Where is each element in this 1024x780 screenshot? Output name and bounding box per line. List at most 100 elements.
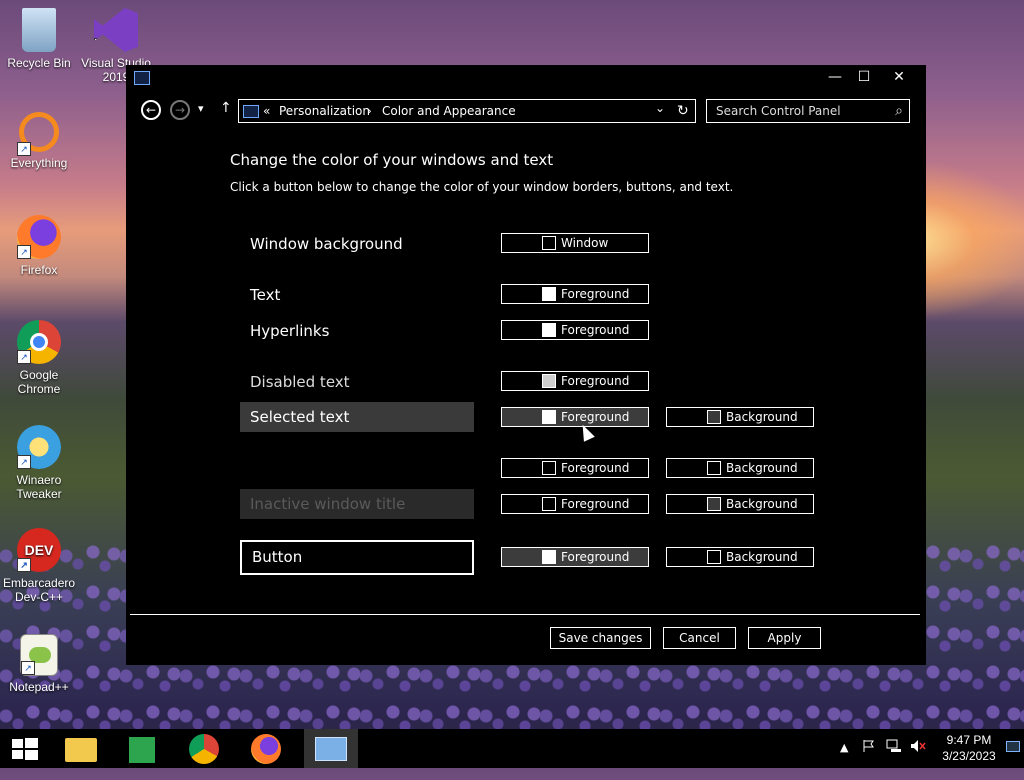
up-button[interactable]: ↑ <box>220 100 232 116</box>
label-hyperlinks: Hyperlinks <box>250 322 330 340</box>
color-swatch <box>707 550 721 564</box>
label-button: Button <box>240 540 474 575</box>
visual-studio-icon: ↗ <box>94 8 138 52</box>
label-inactive-window-title: Inactive window title <box>240 489 474 519</box>
taskbar-chrome[interactable] <box>180 733 228 765</box>
color-swatch <box>542 550 556 564</box>
dev-cpp-icon: DEV ↗ <box>17 528 61 572</box>
shortcut-arrow-icon: ↗ <box>17 350 31 364</box>
apply-button[interactable]: Apply <box>748 627 821 649</box>
text-foreground-button[interactable]: Foreground <box>501 284 649 304</box>
footer-divider <box>130 614 920 615</box>
save-changes-button[interactable]: Save changes <box>550 627 651 649</box>
action-center-flag-icon[interactable] <box>862 739 876 753</box>
disabled-text-foreground-button[interactable]: Foreground <box>501 371 649 391</box>
color-swatch <box>542 497 556 511</box>
clock-date: 3/23/2023 <box>942 749 996 763</box>
inactive-title-background-button[interactable]: Background <box>666 494 814 514</box>
address-history-chevron-icon[interactable]: ⌄ <box>655 97 665 119</box>
notepad-plus-plus-icon: ↗ <box>20 634 58 676</box>
network-icon[interactable] <box>886 739 902 753</box>
desktop-icon-label: Firefox <box>20 263 58 277</box>
desktop-icon-label: Google Chrome <box>17 368 61 396</box>
label-selected-text: Selected text <box>240 402 474 432</box>
label-disabled-text: Disabled text <box>250 373 350 391</box>
shortcut-arrow-icon: ↗ <box>21 661 35 675</box>
forward-button[interactable]: → <box>170 100 190 120</box>
window-background-button[interactable]: Window <box>501 233 649 253</box>
page-description: Click a button below to change the color… <box>230 180 734 194</box>
label-window-background: Window background <box>250 235 403 253</box>
color-swatch <box>542 287 556 301</box>
search-placeholder: Search Control Panel <box>716 104 841 118</box>
selected-text-background-button[interactable]: Background <box>666 407 814 427</box>
back-button[interactable]: ← <box>141 100 161 120</box>
everything-icon: ↗ <box>17 112 59 156</box>
maximize-button[interactable]: ☐ <box>847 67 881 87</box>
taskbar-control-panel[interactable] <box>304 729 358 768</box>
close-button[interactable]: ✕ <box>882 67 916 87</box>
winaero-tweaker-icon: ↗ <box>17 425 61 469</box>
firefox-icon <box>251 734 281 764</box>
desktop-icon-dev-cpp[interactable]: DEV ↗ Embarcadero Dev-C++ <box>3 528 75 604</box>
page-title: Change the color of your windows and tex… <box>230 151 554 169</box>
color-swatch <box>542 374 556 388</box>
breadcrumb-personalization[interactable]: Personalization <box>279 100 370 122</box>
active-title-background-button[interactable]: Background <box>666 458 814 478</box>
start-button[interactable] <box>0 733 48 765</box>
search-input[interactable]: Search Control Panel ⌕ <box>706 99 910 123</box>
color-swatch <box>542 461 556 475</box>
shortcut-arrow-icon: ↗ <box>94 38 108 52</box>
desktop-icon-notepad-plus-plus[interactable]: ↗ Notepad++ <box>3 634 75 694</box>
breadcrumb-separator[interactable]: › <box>367 100 372 122</box>
desktop-icon-winaero-tweaker[interactable]: ↗ Winaero Tweaker <box>3 425 75 501</box>
desktop-icon-google-chrome[interactable]: ↗ Google Chrome <box>3 320 75 396</box>
address-bar[interactable]: « Personalization › Color and Appearance… <box>238 99 696 123</box>
desktop-icon-everything[interactable]: ↗ Everything <box>3 112 75 170</box>
shortcut-arrow-icon: ↗ <box>17 558 31 572</box>
taskbar-store[interactable] <box>118 733 166 765</box>
store-icon <box>129 737 155 763</box>
folder-icon <box>65 738 97 762</box>
clock-time: 9:47 PM <box>946 733 992 747</box>
desktop-icon-recycle-bin[interactable]: Recycle Bin <box>3 8 75 70</box>
hyperlinks-foreground-button[interactable]: Foreground <box>501 320 649 340</box>
color-swatch <box>542 410 556 424</box>
desktop-icon-label: Winaero Tweaker <box>16 473 62 501</box>
taskbar-clock[interactable]: 9:47 PM 3/23/2023 <box>936 732 1002 764</box>
control-panel-window: — ☐ ✕ ← → ▾ ↑ « Personalization › Color … <box>126 65 926 665</box>
refresh-icon[interactable]: ↻ <box>677 100 689 122</box>
cancel-button[interactable]: Cancel <box>663 627 736 649</box>
active-title-foreground-button[interactable]: Foreground <box>501 458 649 478</box>
color-swatch <box>542 323 556 337</box>
shortcut-arrow-icon: ↗ <box>17 142 31 156</box>
recycle-bin-icon <box>22 8 56 52</box>
desktop-icon-label: Embarcadero Dev-C++ <box>3 576 76 604</box>
firefox-icon: ↗ <box>17 215 61 259</box>
button-foreground-button[interactable]: Foreground <box>501 547 649 567</box>
breadcrumb-color-and-appearance[interactable]: Color and Appearance <box>382 100 516 122</box>
title-bar[interactable]: — ☐ ✕ <box>126 65 926 89</box>
selected-text-foreground-button[interactable]: Foreground <box>501 407 649 427</box>
control-panel-icon <box>315 737 347 761</box>
desktop-icon-label: Everything <box>10 156 68 170</box>
windows-logo-icon <box>12 738 38 760</box>
breadcrumb-overflow[interactable]: « <box>263 100 270 122</box>
button-background-button[interactable]: Background <box>666 547 814 567</box>
inactive-title-foreground-button[interactable]: Foreground <box>501 494 649 514</box>
desktop-icon-label: Recycle Bin <box>7 56 71 70</box>
search-icon[interactable]: ⌕ <box>895 100 903 122</box>
desktop-icon-label: Notepad++ <box>9 680 69 694</box>
chrome-icon: ↗ <box>17 320 61 364</box>
recent-pages-dropdown[interactable]: ▾ <box>198 102 204 115</box>
show-hidden-icons-chevron-icon[interactable]: ▲ <box>840 741 848 780</box>
taskbar-firefox[interactable] <box>242 733 290 765</box>
color-swatch <box>707 461 721 475</box>
color-swatch <box>707 497 721 511</box>
volume-muted-icon[interactable] <box>910 739 926 753</box>
navigation-bar: ← → ▾ ↑ « Personalization › Color and Ap… <box>126 97 926 125</box>
show-desktop-icon[interactable] <box>1006 741 1020 753</box>
taskbar-file-explorer[interactable] <box>57 733 105 765</box>
desktop-icon-firefox[interactable]: ↗ Firefox <box>3 215 75 277</box>
label-text: Text <box>250 286 281 304</box>
